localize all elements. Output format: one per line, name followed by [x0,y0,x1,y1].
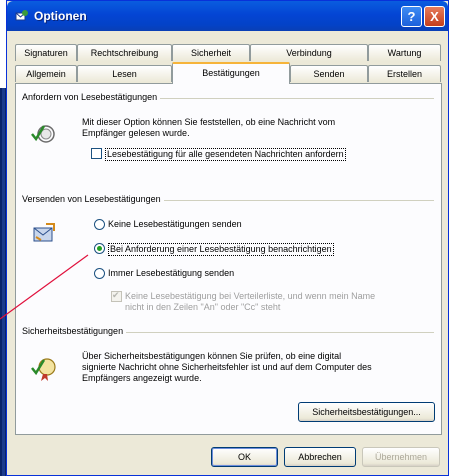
tab-bestaetigungen[interactable]: Bestätigungen [172,62,290,84]
annotation-line [0,254,89,320]
